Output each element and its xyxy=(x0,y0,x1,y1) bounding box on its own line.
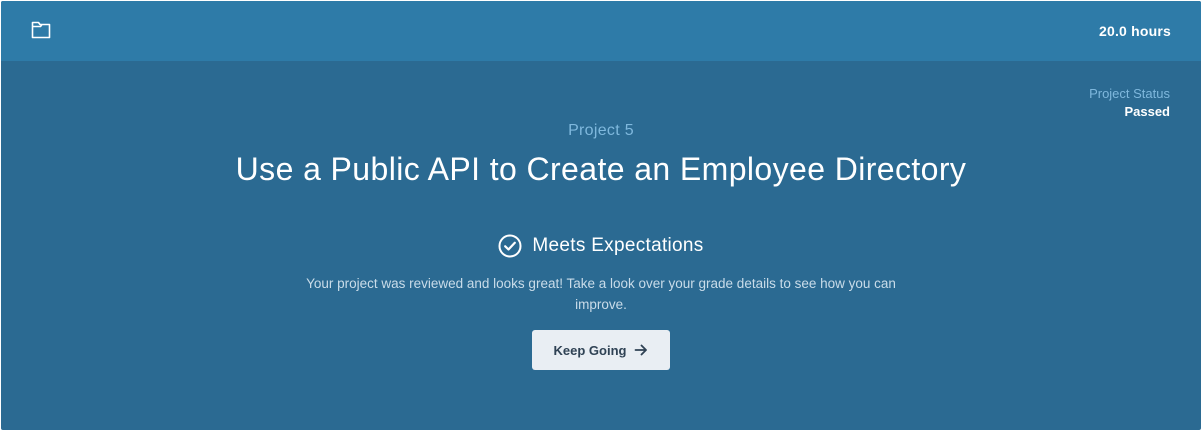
keep-going-button[interactable]: Keep Going xyxy=(532,330,670,370)
project-status-card: 20.0 hours Project Status Passed Project… xyxy=(1,1,1201,430)
result-message: Your project was reviewed and looks grea… xyxy=(306,276,896,312)
project-status: Project Status Passed xyxy=(1089,85,1170,122)
result-label: Meets Expectations xyxy=(532,235,704,256)
page-title: Use a Public API to Create an Employee D… xyxy=(235,151,967,187)
hours-label: 20.0 hours xyxy=(1098,23,1171,39)
result-heading: Meets Expectations xyxy=(1,232,1201,260)
project-status-label: Project Status xyxy=(1089,86,1170,101)
top-bar: 20.0 hours xyxy=(1,1,1201,61)
folder-icon[interactable] xyxy=(31,21,51,39)
project-status-value: Passed xyxy=(1124,104,1170,119)
project-number: Project 5 xyxy=(568,122,634,139)
arrow-right-icon xyxy=(635,344,648,356)
check-circle-icon xyxy=(498,234,522,258)
keep-going-label: Keep Going xyxy=(553,342,627,358)
